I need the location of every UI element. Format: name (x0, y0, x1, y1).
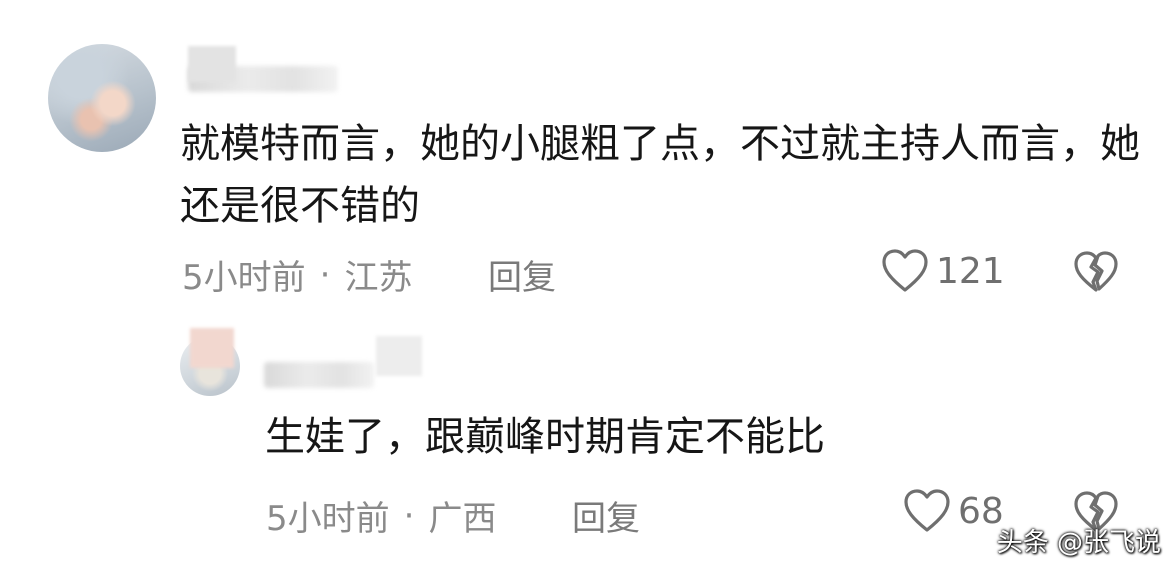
heart-outline-icon (880, 248, 930, 294)
avatar[interactable] (48, 44, 156, 152)
reply-button[interactable]: 回复 (488, 250, 556, 299)
broken-heart-icon[interactable] (1072, 250, 1120, 298)
comment-meta: 5小时前 · 江苏 (182, 250, 412, 299)
like-button[interactable]: 68 (902, 488, 1004, 534)
comment-location: 广西 (428, 499, 497, 539)
watermark: 头条 @张飞说 (996, 528, 1161, 558)
comment-time: 5小时前 (182, 258, 306, 298)
meta-separator: · (403, 495, 415, 536)
heart-outline-icon (902, 488, 952, 534)
username-blur-patch (188, 46, 236, 82)
reply-button[interactable]: 回复 (572, 491, 640, 540)
comment-text: 生娃了，跟巅峰时期肯定不能比 (265, 414, 825, 460)
username-blurred[interactable] (264, 362, 374, 388)
like-button[interactable]: 121 (880, 248, 1005, 294)
username-blur-patch (190, 328, 234, 368)
comment-location: 江苏 (344, 258, 413, 298)
like-count: 121 (936, 250, 1005, 292)
meta-separator: · (319, 254, 331, 295)
comment-time: 5小时前 (266, 499, 390, 539)
comment-text: 就模特而言，她的小腿粗了点，不过就主持人而言，她还是很不错的 (180, 121, 1140, 229)
username-blur-patch (376, 336, 422, 376)
comment-meta: 5小时前 · 广西 (266, 491, 496, 540)
